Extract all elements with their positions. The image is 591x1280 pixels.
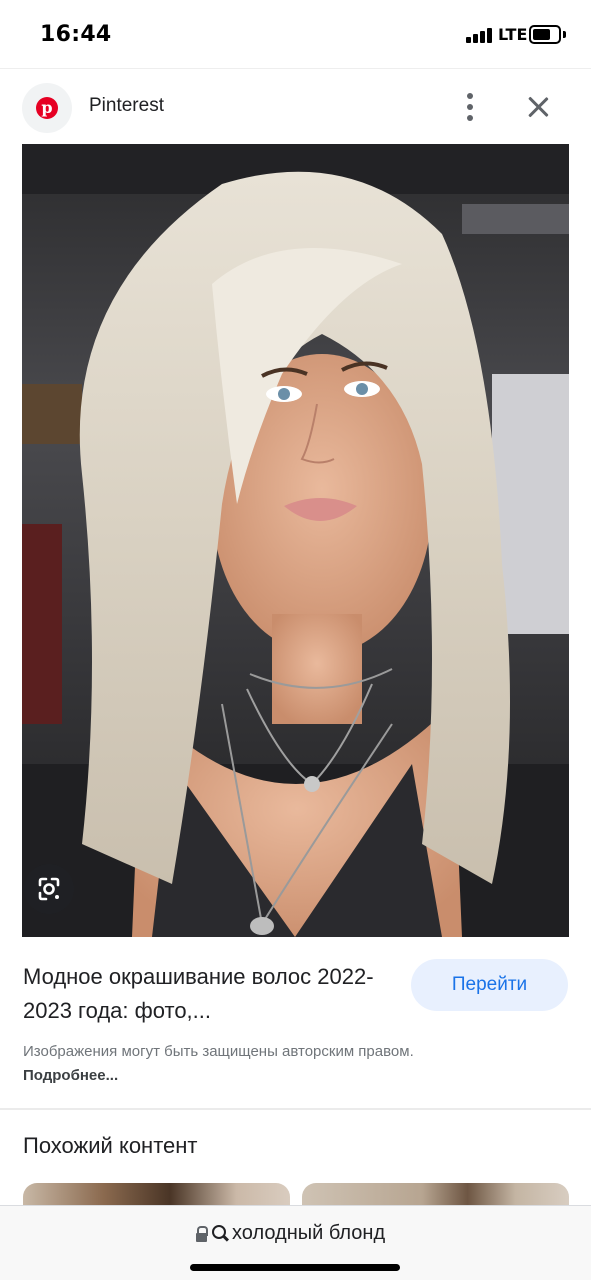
more-vert-icon[interactable] <box>456 91 484 123</box>
site-name[interactable]: Pinterest <box>89 95 164 117</box>
search-icon <box>212 1225 230 1243</box>
related-content-heading: Похожий контент <box>23 1133 198 1158</box>
google-lens-icon[interactable] <box>24 864 74 914</box>
home-indicator[interactable] <box>190 1264 400 1271</box>
result-details: Модное окрашивание волос 2022-2023 года:… <box>0 938 591 1108</box>
result-image[interactable] <box>22 144 569 937</box>
battery-tip <box>563 31 566 38</box>
network-type: LTE <box>498 25 528 44</box>
copyright-notice: Изображения могут быть защищены авторски… <box>23 1040 453 1088</box>
status-bar: 16:44 LTE <box>0 0 591 68</box>
portrait-illustration <box>22 144 569 937</box>
result-title[interactable]: Модное окрашивание волос 2022-2023 года:… <box>23 960 393 1028</box>
source-header: p Pinterest <box>0 68 591 144</box>
copyright-text: Изображения могут быть защищены авторски… <box>23 1043 414 1060</box>
close-icon[interactable] <box>522 91 554 123</box>
section-divider <box>0 1108 591 1110</box>
lens-button-wrap <box>22 862 82 922</box>
learn-more-link[interactable]: Подробнее... <box>23 1067 118 1084</box>
search-query[interactable]: холодный блонд <box>232 1222 385 1245</box>
status-time: 16:44 <box>40 22 112 47</box>
address-bar[interactable]: холодный блонд <box>0 1205 591 1280</box>
battery-icon <box>529 25 561 44</box>
lock-icon <box>196 1226 208 1242</box>
signal-icon <box>466 27 494 43</box>
pinterest-logo-icon[interactable]: p <box>22 83 72 133</box>
visit-button[interactable]: Перейти <box>411 959 568 1011</box>
